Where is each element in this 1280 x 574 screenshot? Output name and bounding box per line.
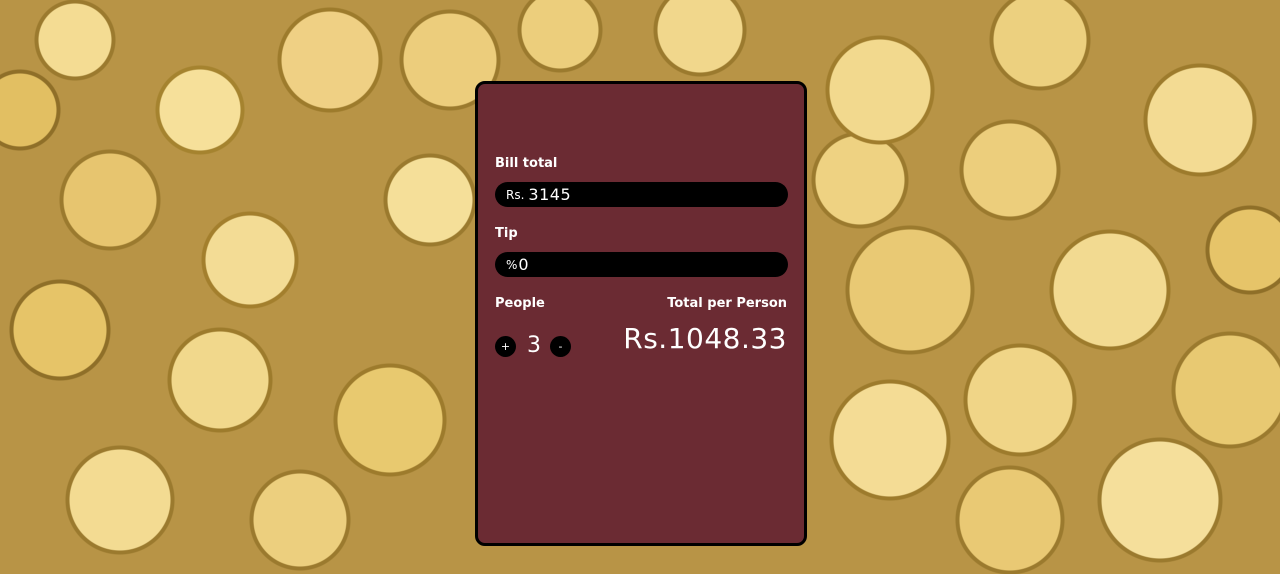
tip-label: Tip [495,226,518,241]
people-count: 3 [527,333,541,358]
people-label: People [495,296,545,311]
percent-prefix: % [506,257,518,272]
tip-calculator-card: Bill total Rs. 3145 Tip % 0 People Total… [475,81,807,546]
bill-total-value: 3145 [528,185,572,204]
bill-total-label: Bill total [495,156,558,171]
tip-value: 0 [518,255,530,274]
bill-total-input[interactable]: Rs. 3145 [495,182,788,207]
currency-prefix: Rs. [506,187,525,202]
tip-input[interactable]: % 0 [495,252,788,277]
total-per-person-label: Total per Person [667,296,787,311]
decrement-people-button[interactable]: - [550,336,571,357]
increment-people-button[interactable]: + [495,336,516,357]
total-per-person-value: Rs.1048.33 [623,322,787,355]
